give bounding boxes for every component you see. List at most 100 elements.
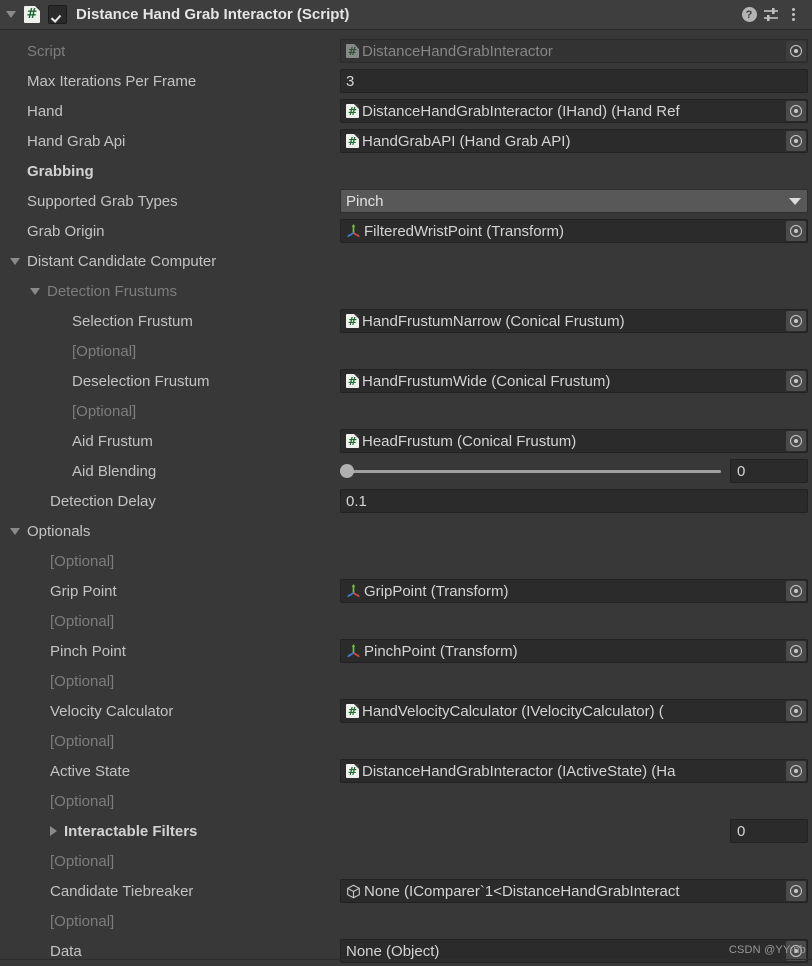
preset-button[interactable] (760, 4, 782, 26)
object-picker-button[interactable] (786, 701, 806, 721)
object-picker-button[interactable] (786, 581, 806, 601)
transform-icon (346, 644, 361, 658)
property-label-cell: [Optional] (0, 613, 340, 630)
more-menu-button[interactable] (782, 4, 804, 26)
property-field-cell: 3 (340, 66, 812, 96)
object-picker-button[interactable] (786, 221, 806, 241)
property-label: Max Iterations Per Frame (27, 72, 197, 90)
property-label: [Optional] (50, 792, 115, 810)
help-icon: ? (741, 7, 757, 22)
object-type-icon (346, 644, 361, 658)
help-button[interactable]: ? (738, 4, 760, 26)
object-field[interactable]: # HandFrustumWide (Conical Frustum) (340, 369, 808, 393)
property-label-cell: [Optional] (0, 793, 340, 810)
array-size-input[interactable]: 0 (730, 819, 808, 843)
object-picker-icon (790, 45, 802, 57)
object-field[interactable]: # HandFrustumNarrow (Conical Frustum) (340, 309, 808, 333)
property-label: Interactable Filters (64, 822, 198, 840)
property-label: Aid Frustum (72, 432, 153, 450)
transform-icon (346, 224, 361, 238)
property-label-cell: Velocity Calculator (0, 703, 340, 720)
object-field[interactable]: GripPoint (Transform) (340, 579, 808, 603)
object-picker-button[interactable] (786, 761, 806, 781)
slider-track-area[interactable] (340, 461, 721, 481)
foldout-row[interactable]: Detection Frustums (0, 283, 340, 300)
slider-number-input[interactable]: 0 (730, 459, 808, 483)
object-picker-button[interactable] (786, 131, 806, 151)
object-field[interactable]: None (IComparer`1<DistanceHandGrabIntera… (340, 879, 808, 903)
text-input[interactable]: 0.1 (340, 489, 808, 513)
property-row: Script # DistanceHandGrabInteractor (0, 36, 812, 66)
slider-field[interactable]: 0 (340, 459, 808, 483)
object-field[interactable]: # HeadFrustum (Conical Frustum) (340, 429, 808, 453)
property-label: Grab Origin (27, 222, 105, 240)
property-row: Grip Point GripPoint (Transform) (0, 576, 812, 606)
object-type-icon (346, 224, 361, 238)
property-label: Selection Frustum (72, 312, 193, 330)
foldout-row[interactable]: Interactable Filters (0, 823, 340, 840)
empty-field-cell (340, 726, 812, 756)
property-label-cell: [Optional] (0, 343, 340, 360)
property-label: [Optional] (50, 672, 115, 690)
foldout-row[interactable]: Distant Candidate Computer (0, 253, 340, 270)
object-picker-button[interactable] (786, 371, 806, 391)
object-picker-icon (790, 705, 802, 717)
property-row: Grab Origin FilteredWristPoint (Transform… (0, 216, 812, 246)
object-type-icon: # (346, 764, 359, 778)
property-row: Hand Grab Api # HandGrabAPI (Hand Grab API… (0, 126, 812, 156)
object-field-value: DistanceHandGrabInteractor (IActiveState… (362, 762, 676, 780)
component-enabled-checkbox[interactable] (48, 5, 67, 24)
component-header[interactable]: # Distance Hand Grab Interactor (Script)… (0, 0, 812, 30)
property-row: Max Iterations Per Frame 3 (0, 66, 812, 96)
dropdown-field[interactable]: Pinch (340, 189, 808, 213)
property-row: Active State # DistanceHandGrabInteractor … (0, 756, 812, 786)
object-picker-button[interactable] (786, 431, 806, 451)
object-picker-button[interactable] (786, 41, 806, 61)
transform-icon (346, 584, 361, 598)
object-picker-button[interactable] (786, 641, 806, 661)
object-picker-icon (790, 105, 802, 117)
chevron-down-icon[interactable] (10, 257, 20, 265)
slider-knob[interactable] (340, 464, 354, 478)
object-picker-button[interactable] (786, 311, 806, 331)
script-icon: # (24, 6, 40, 23)
object-field-value: DistanceHandGrabInteractor (IHand) (Hand… (362, 102, 680, 120)
object-picker-icon (790, 765, 802, 777)
property-row: [Optional] (0, 666, 812, 696)
property-label-cell: [Optional] (0, 733, 340, 750)
object-field[interactable]: PinchPoint (Transform) (340, 639, 808, 663)
property-field-cell: # HandFrustumWide (Conical Frustum) (340, 366, 812, 396)
object-field[interactable]: # DistanceHandGrabInteractor (IActiveStat… (340, 759, 808, 783)
object-field[interactable]: # DistanceHandGrabInteractor (IHand) (Han… (340, 99, 808, 123)
object-picker-button[interactable] (786, 101, 806, 121)
property-row: Distant Candidate Computer (0, 246, 812, 276)
text-input[interactable]: 3 (340, 69, 808, 93)
object-type-icon: # (346, 374, 359, 388)
chevron-right-icon[interactable] (50, 826, 57, 836)
object-field: # DistanceHandGrabInteractor (340, 39, 808, 63)
object-field[interactable]: # HandVelocityCalculator (IVelocityCalcul… (340, 699, 808, 723)
property-row: [Optional] (0, 336, 812, 366)
empty-field-cell (340, 246, 812, 276)
property-row: Data None (Object) (0, 936, 812, 966)
property-label: [Optional] (72, 402, 137, 420)
kebab-menu-icon (791, 8, 795, 21)
empty-field-cell (340, 516, 812, 546)
foldout-row[interactable]: Optionals (0, 523, 340, 540)
script-icon: # (346, 314, 359, 328)
property-label-cell: [Optional] (0, 853, 340, 870)
property-label-cell: [Optional] (0, 673, 340, 690)
chevron-down-icon[interactable] (30, 287, 40, 295)
object-field[interactable]: # HandGrabAPI (Hand Grab API) (340, 129, 808, 153)
component-foldout-icon[interactable] (6, 11, 16, 18)
property-label-cell: Grab Origin (0, 223, 340, 240)
property-label: Aid Blending (72, 462, 157, 480)
object-field-value: GripPoint (Transform) (364, 582, 509, 600)
dropdown-value: Pinch (346, 192, 384, 210)
object-field-value: HandFrustumWide (Conical Frustum) (362, 372, 611, 390)
property-field-cell: PinchPoint (Transform) (340, 636, 812, 666)
chevron-down-icon[interactable] (10, 527, 20, 535)
property-row: Aid Blending 0 (0, 456, 812, 486)
object-field[interactable]: FilteredWristPoint (Transform) (340, 219, 808, 243)
object-picker-button[interactable] (786, 881, 806, 901)
